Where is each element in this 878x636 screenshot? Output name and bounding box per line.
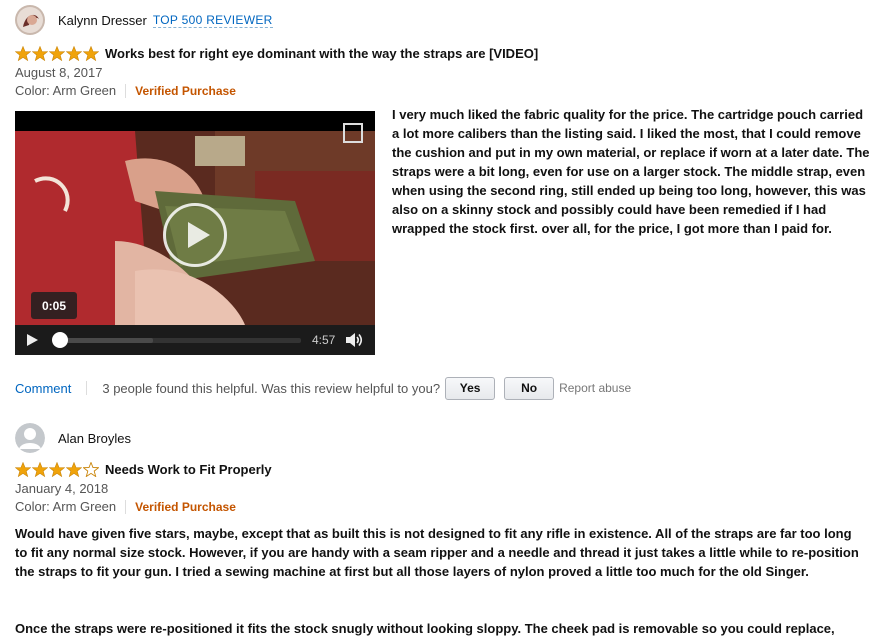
avatar[interactable]	[15, 5, 45, 35]
review-date: August 8, 2017	[15, 65, 103, 80]
helpful-no-button[interactable]: No	[504, 376, 555, 400]
video-duration: 4:57	[312, 333, 336, 347]
star-empty-icon	[83, 461, 99, 477]
star-rating[interactable]	[15, 45, 100, 61]
helpful-yes-button[interactable]: Yes	[445, 376, 496, 400]
review-title[interactable]: Needs Work to Fit Properly	[105, 462, 272, 477]
comment-link[interactable]: Comment	[15, 381, 71, 396]
divider	[125, 84, 127, 98]
review-video-player[interactable]: 0:05 4:57	[15, 111, 375, 355]
star-filled-icon	[66, 45, 82, 61]
review-date: January 4, 2018	[15, 481, 109, 496]
top-reviewer-badge[interactable]: TOP 500 REVIEWER	[152, 13, 273, 28]
review-title-row: Works best for right eye dominant with t…	[15, 44, 538, 62]
play-button[interactable]	[27, 334, 38, 346]
product-color[interactable]: Color: Arm Green	[15, 498, 116, 516]
reviewer-name[interactable]: Alan Broyles	[58, 431, 131, 446]
buffered-bar	[55, 338, 154, 343]
review-actions: Comment 3 people found this helpful. Was…	[15, 376, 631, 400]
verified-purchase-badge: Verified Purchase	[135, 84, 236, 98]
star-filled-icon	[32, 461, 48, 477]
review-body-paragraph: Would have given five stars, maybe, exce…	[15, 526, 859, 579]
seek-bar[interactable]	[55, 338, 301, 343]
review-2: Alan Broyles Needs Work to Fit Properly …	[15, 422, 272, 516]
star-filled-icon	[15, 461, 31, 477]
review-title[interactable]: Works best for right eye dominant with t…	[105, 46, 538, 61]
expand-icon[interactable]	[343, 123, 363, 143]
report-abuse-link[interactable]: Report abuse	[559, 381, 631, 395]
review-title-row: Needs Work to Fit Properly	[15, 460, 272, 478]
divider	[86, 381, 88, 395]
play-icon[interactable]	[163, 203, 227, 267]
helpful-count-text: 3 people found this helpful. Was this re…	[102, 380, 441, 396]
seek-handle[interactable]	[51, 332, 68, 348]
star-filled-icon	[49, 45, 65, 61]
reviewer-name[interactable]: Kalynn Dresser	[58, 13, 147, 28]
reviewer-profile[interactable]: Kalynn Dresser TOP 500 REVIEWER	[15, 4, 538, 36]
volume-icon[interactable]	[346, 333, 364, 347]
verified-purchase-badge: Verified Purchase	[135, 500, 236, 514]
time-tooltip: 0:05	[31, 292, 77, 319]
star-filled-icon	[15, 45, 31, 61]
review-meta: Color: Arm Green Verified Purchase	[15, 82, 538, 100]
video-controls: 4:57	[15, 325, 375, 355]
star-rating[interactable]	[15, 461, 100, 477]
review-1: Kalynn Dresser TOP 500 REVIEWER Works be…	[15, 4, 538, 100]
product-color[interactable]: Color: Arm Green	[15, 82, 116, 100]
review-body-paragraph: Once the straps were re-positioned it fi…	[15, 621, 835, 636]
review-body: I very much liked the fabric quality for…	[392, 107, 870, 236]
star-filled-icon	[49, 461, 65, 477]
star-filled-icon	[32, 45, 48, 61]
star-filled-icon	[83, 45, 99, 61]
star-filled-icon	[66, 461, 82, 477]
divider	[125, 500, 127, 514]
reviewer-profile[interactable]: Alan Broyles	[15, 422, 272, 454]
review-meta: Color: Arm Green Verified Purchase	[15, 498, 272, 516]
avatar-placeholder-icon[interactable]	[15, 423, 45, 453]
